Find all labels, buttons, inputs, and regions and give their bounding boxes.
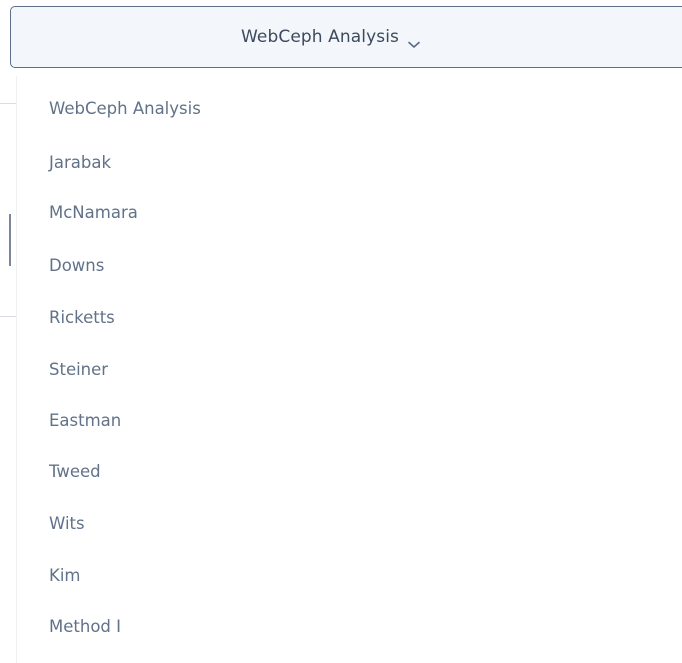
chevron-down-icon xyxy=(408,34,420,48)
menu-item-wits[interactable]: Wits xyxy=(49,514,85,533)
menu-item-method-i[interactable]: Method I xyxy=(49,617,121,636)
background-divider xyxy=(0,316,17,317)
page: WebCeph Analysis WebCeph Analysis Jaraba… xyxy=(0,0,682,663)
menu-item-jarabak[interactable]: Jarabak xyxy=(49,153,111,172)
menu-item-downs[interactable]: Downs xyxy=(49,256,104,275)
menu-item-ricketts[interactable]: Ricketts xyxy=(49,308,115,327)
menu-item-eastman[interactable]: Eastman xyxy=(49,411,121,430)
background-edge xyxy=(9,214,11,266)
analysis-dropdown-menu: WebCeph Analysis Jarabak McNamara Downs … xyxy=(17,76,682,663)
background-divider xyxy=(0,103,17,104)
menu-item-webceph-analysis[interactable]: WebCeph Analysis xyxy=(49,99,201,118)
select-label: WebCeph Analysis xyxy=(241,27,400,47)
menu-item-kim[interactable]: Kim xyxy=(49,566,80,585)
menu-item-steiner[interactable]: Steiner xyxy=(49,360,108,379)
menu-item-mcnamara[interactable]: McNamara xyxy=(49,203,138,222)
menu-item-tweed[interactable]: Tweed xyxy=(49,462,101,481)
analysis-select-button[interactable]: WebCeph Analysis xyxy=(10,6,682,68)
